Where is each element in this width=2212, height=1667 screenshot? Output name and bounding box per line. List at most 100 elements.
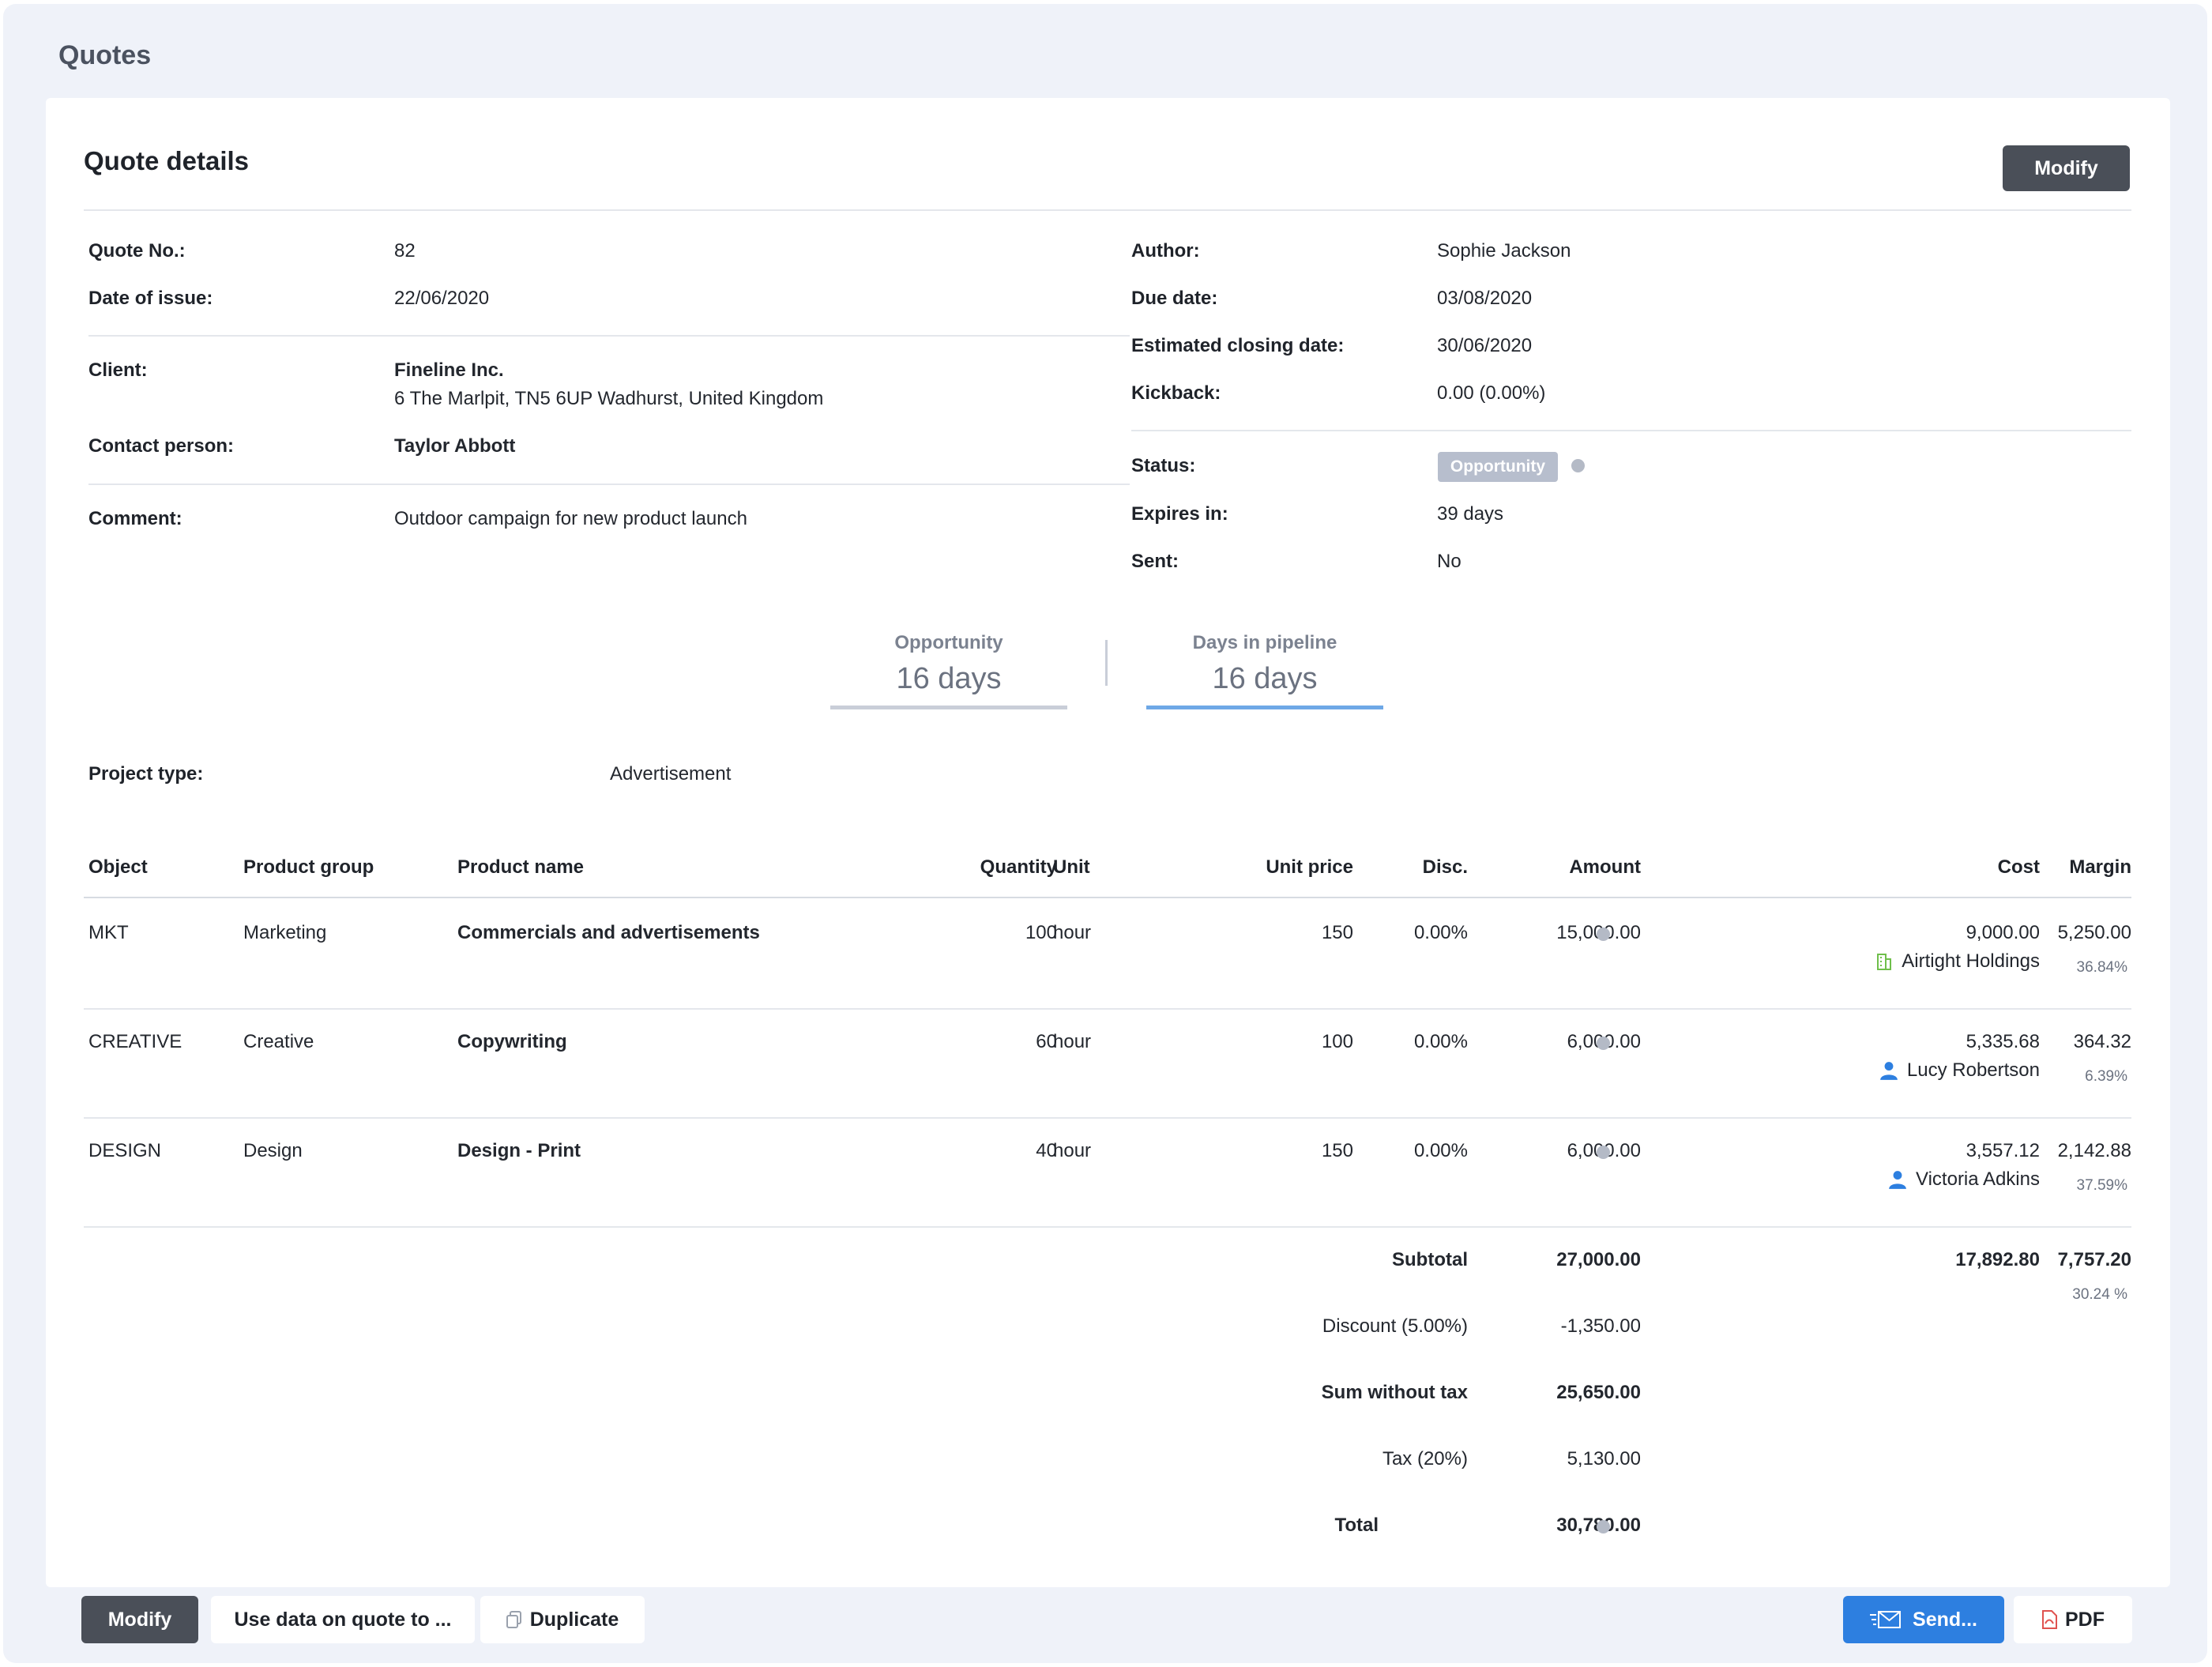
cell-margin: 2,142.88: [2057, 1140, 2131, 1161]
comment-value: Outdoor campaign for new product launch: [394, 508, 747, 529]
date-of-issue-label: Date of issue:: [88, 288, 213, 309]
send-label: Send...: [1913, 1608, 1977, 1631]
row-status-dot: [1597, 1146, 1610, 1159]
cell-quantity: 100: [1025, 922, 1057, 943]
sent-value: No: [1437, 551, 1462, 572]
status-badge: Opportunity: [1438, 452, 1558, 482]
col-header-disc: Disc.: [1422, 856, 1468, 878]
modify-button[interactable]: Modify: [81, 1596, 198, 1643]
due-date-label: Due date:: [1131, 288, 1218, 309]
kickback-label: Kickback:: [1131, 382, 1221, 404]
divider: [84, 1117, 2131, 1119]
col-header-unit: Unit: [1053, 856, 1090, 878]
building-icon: [1875, 952, 1894, 971]
cell-margin: 5,250.00: [2057, 922, 2131, 943]
estimated-closing-date-value: 30/06/2020: [1437, 335, 1533, 356]
cell-unit-price: 100: [1321, 1031, 1353, 1052]
send-button[interactable]: Send...: [1843, 1596, 2004, 1643]
cell-supplier[interactable]: Airtight Holdings: [125, 950, 2040, 973]
stage-value: 16 days: [896, 662, 1002, 695]
cell-object: MKT: [88, 922, 129, 943]
cell-product-group: Marketing: [243, 922, 327, 943]
divider: [1131, 430, 2131, 431]
cell-unit: hour: [1053, 1031, 1092, 1052]
author-label: Author:: [1131, 240, 1200, 262]
cell-disc: 0.00%: [1413, 1140, 1468, 1161]
contact-person-value[interactable]: Taylor Abbott: [394, 435, 515, 457]
person-icon: [1879, 1060, 1899, 1081]
divider: [88, 484, 1130, 485]
cell-disc: 0.00%: [1413, 922, 1468, 943]
pipeline-stage-opportunity[interactable]: Opportunity 16 days: [830, 632, 1067, 709]
cell-amount: 6,000.00: [1468, 1140, 1641, 1162]
duplicate-button[interactable]: Duplicate: [480, 1596, 645, 1643]
divider: [84, 1226, 2131, 1228]
expires-in-label: Expires in:: [1131, 503, 1228, 525]
cell-unit: hour: [1053, 1140, 1092, 1161]
cell-cost: 5,335.68: [1966, 1031, 2040, 1052]
kickback-value: 0.00 (0.00%): [1437, 382, 1546, 404]
cell-unit: hour: [1053, 922, 1092, 943]
cell-margin-pct: 36.84%: [2076, 959, 2127, 976]
author-value: Sophie Jackson: [1437, 240, 1571, 262]
total-status-dot: [1597, 1520, 1610, 1533]
quote-details-card: Quote details Modify Quote No.: 82 Date …: [46, 98, 2170, 1587]
cell-quantity: 40: [1036, 1140, 1057, 1161]
client-name[interactable]: Fineline Inc.: [394, 359, 504, 382]
pipeline-stage-days[interactable]: Days in pipeline 16 days: [1146, 632, 1383, 709]
subtotal-value: 27,000.00: [1556, 1249, 1641, 1270]
total-value: 30,780.00: [1468, 1515, 1641, 1537]
pdf-label: PDF: [2065, 1608, 2105, 1631]
row-status-dot: [1597, 928, 1610, 941]
pdf-icon: [2041, 1610, 2057, 1629]
cell-unit-price: 150: [1321, 1140, 1353, 1161]
col-header-margin: Margin: [2069, 856, 2131, 878]
app-frame: Quotes Quote details Modify Quote No.: 8…: [3, 4, 2207, 1663]
cell-margin-pct: 6.39%: [2085, 1068, 2127, 1085]
cell-margin-pct: 37.59%: [2076, 1177, 2127, 1194]
cell-object: CREATIVE: [88, 1031, 182, 1052]
expires-in-value: 39 days: [1437, 503, 1504, 525]
client-address: 6 The Marlpit, TN5 6UP Wadhurst, United …: [394, 388, 824, 409]
send-mail-icon: [1870, 1610, 1902, 1629]
estimated-closing-date-label: Estimated closing date:: [1131, 335, 1345, 356]
col-header-quantity: Quantity: [980, 856, 1057, 878]
status-label: Status:: [1131, 455, 1196, 476]
col-header-object: Object: [88, 856, 148, 878]
stage-value: 16 days: [1212, 662, 1318, 695]
cell-quantity: 60: [1036, 1031, 1057, 1052]
cell-product-name: Design - Print: [457, 1140, 581, 1161]
sent-label: Sent:: [1131, 551, 1179, 572]
cell-supplier[interactable]: Lucy Robertson: [125, 1059, 2040, 1082]
tax-label: Tax (20%): [1382, 1448, 1468, 1469]
stage-label: Days in pipeline: [1192, 632, 1337, 653]
modify-button-top[interactable]: Modify: [2003, 145, 2130, 191]
discount-label: Discount (5.00%): [1322, 1315, 1468, 1337]
subtotal-label: Subtotal: [1392, 1249, 1468, 1270]
cell-disc: 0.00%: [1413, 1031, 1468, 1052]
row-status-dot: [1597, 1037, 1610, 1050]
cell-product-group: Creative: [243, 1031, 314, 1052]
card-title: Quote details: [84, 146, 250, 175]
page-title: Quotes: [58, 40, 152, 70]
cell-supplier[interactable]: Victoria Adkins: [125, 1168, 2040, 1191]
subtotal-margin-pct: 30.24 %: [2072, 1286, 2127, 1303]
cell-cost: 9,000.00: [1966, 922, 2040, 943]
col-header-cost: Cost: [1997, 856, 2040, 878]
supplier-name: Airtight Holdings: [1902, 950, 2040, 972]
col-header-product-name: Product name: [457, 856, 585, 878]
use-data-label: Use data on quote to ...: [234, 1608, 452, 1631]
due-date-value: 03/08/2020: [1437, 288, 1533, 309]
supplier-name: Lucy Robertson: [1906, 1059, 2040, 1081]
divider: [84, 1008, 2131, 1010]
cell-product-name: Commercials and advertisements: [457, 922, 760, 943]
divider: [88, 335, 1130, 337]
stage-bar: [830, 706, 1067, 709]
cell-amount: 15,000.00: [1468, 922, 1641, 944]
pdf-button[interactable]: PDF: [2014, 1596, 2132, 1643]
use-data-button[interactable]: Use data on quote to ...: [211, 1596, 475, 1643]
cell-object: DESIGN: [88, 1140, 162, 1161]
copy-icon: [506, 1611, 522, 1628]
col-header-product-group: Product group: [243, 856, 374, 878]
cell-cost: 3,557.12: [1966, 1140, 2040, 1161]
